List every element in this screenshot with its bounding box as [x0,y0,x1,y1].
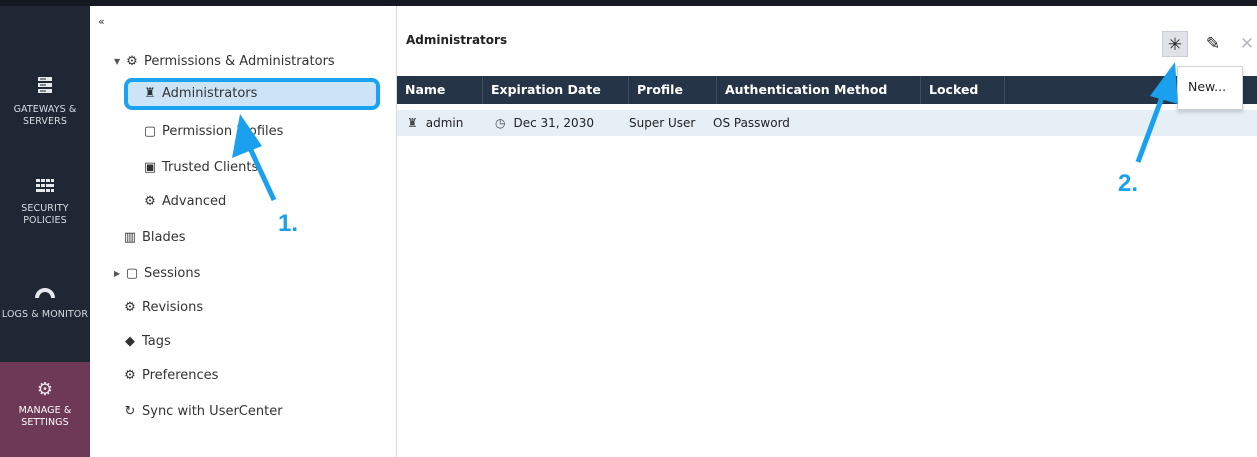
edit-button[interactable]: ✎ [1200,31,1226,57]
sessions-icon: ▢ [125,266,139,281]
column-header-locked[interactable]: Locked [921,76,1005,104]
tree-item-label: Sync with UserCenter [142,404,283,419]
clock-icon: ◷ [495,116,506,130]
tree-item-preferences[interactable]: ⚙ Preferences [122,362,218,390]
step-2-label: 2. [1118,170,1139,197]
nav-logs-label: LOGS & MONITOR [1,309,89,320]
delete-button[interactable]: ✕ [1234,31,1257,57]
tree-item-trusted-clients[interactable]: ▣ Trusted Clients [142,154,258,182]
tree-item-label: Revisions [142,300,204,315]
tree-item-label: Blades [142,230,186,245]
tree-item-label: Tags [142,334,171,349]
left-navigation: GATEWAYS & SERVERS SECURITY POLICIES LOG… [0,6,90,457]
close-icon: ✕ [1239,34,1255,54]
tree-item-administrators[interactable]: ♜ Administrators [124,78,380,110]
cell-expiration: ◷ Dec 31, 2030 [487,110,633,136]
nav-security-policies[interactable]: SECURITY POLICIES [0,178,90,227]
column-header-auth-method[interactable]: Authentication Method [717,76,921,104]
main-content: Administrators ✳ ✎ ✕ Name Expiration Dat… [397,6,1257,457]
gear-icon: ⚙ [124,300,136,315]
gear-icon: ⚙ [124,368,136,383]
nav-gateways-label: GATEWAYS & SERVERS [13,104,77,127]
admin-user-icon: ♜ [144,86,156,101]
tree-item-sessions[interactable]: ▶ ▢ Sessions [114,260,200,288]
gear-icon: ⚙ [144,194,156,209]
pencil-icon: ✎ [1205,34,1221,54]
tree-item-label: Permission Profiles [162,124,284,139]
table-row[interactable]: ♜ admin ◷ Dec 31, 2030 Super User OS Passw… [397,110,1257,136]
tree-item-tags[interactable]: ◆ Tags [122,328,171,356]
tree-item-label: Sessions [144,266,201,281]
column-header-name[interactable]: Name [397,76,483,104]
cell-locked [921,110,1005,136]
server-icon [0,76,90,99]
gear-icon: ⚙ [126,54,138,69]
sync-icon: ↻ [124,404,136,419]
nav-manage-label: MANAGE & SETTINGS [18,405,72,428]
blades-icon: ▥ [123,230,137,245]
tree-item-label: Trusted Clients [162,160,259,175]
tag-icon: ◆ [125,334,135,349]
step-1-label: 1. [278,210,299,237]
collapse-panel-button[interactable]: « [98,16,105,27]
column-header-profile[interactable]: Profile [629,76,717,104]
menu-item-new[interactable]: New... [1188,79,1226,94]
tree-item-blades[interactable]: ▥ Blades [122,224,186,252]
cell-profile: Super User [629,116,696,130]
tree-item-sync-usercenter[interactable]: ↻ Sync with UserCenter [122,398,283,426]
nav-gateways-servers[interactable]: GATEWAYS & SERVERS [0,76,90,128]
tree-item-revisions[interactable]: ⚙ Revisions [122,294,203,322]
cell-name: ♜ admin [399,110,485,136]
tree-item-advanced[interactable]: ⚙ Advanced [142,188,226,216]
cell-auth-method: OS Password [713,116,790,130]
asterisk-icon: ✳ [1167,35,1183,55]
admin-user-icon: ♜ [407,116,418,130]
new-dropdown-menu: New... [1177,66,1243,110]
profile-icon: ▢ [143,124,157,139]
tree-item-label: Preferences [142,368,219,383]
gauge-icon [0,284,90,304]
tree-item-permissions-administrators[interactable]: ▼ ⚙ Permissions & Administrators [114,48,335,76]
nav-security-label: SECURITY POLICIES [21,203,69,226]
trusted-client-icon: ▣ [143,160,157,175]
tree-item-label: Administrators [162,86,258,101]
gear-icon: ⚙ [36,379,54,400]
tree-item-label: Permissions & Administrators [144,54,335,69]
tree-item-permission-profiles[interactable]: ▢ Permission Profiles [142,118,284,146]
tree-item-label: Advanced [162,194,227,209]
new-button[interactable]: ✳ [1162,31,1188,57]
nav-logs-monitor[interactable]: LOGS & MONITOR [0,284,90,321]
column-header-expiration[interactable]: Expiration Date [483,76,629,104]
expand-arrow-icon[interactable]: ▶ [114,260,124,288]
grid-icon [0,178,90,198]
page-title: Administrators [406,33,508,47]
table-header: Name Expiration Date Profile Authenticat… [397,76,1257,104]
settings-tree-panel: « ▼ ⚙ Permissions & Administrators ♜ Admini… [90,6,397,457]
nav-manage-settings[interactable]: ⚙ MANAGE & SETTINGS [0,362,90,457]
expand-arrow-icon[interactable]: ▼ [114,48,124,76]
